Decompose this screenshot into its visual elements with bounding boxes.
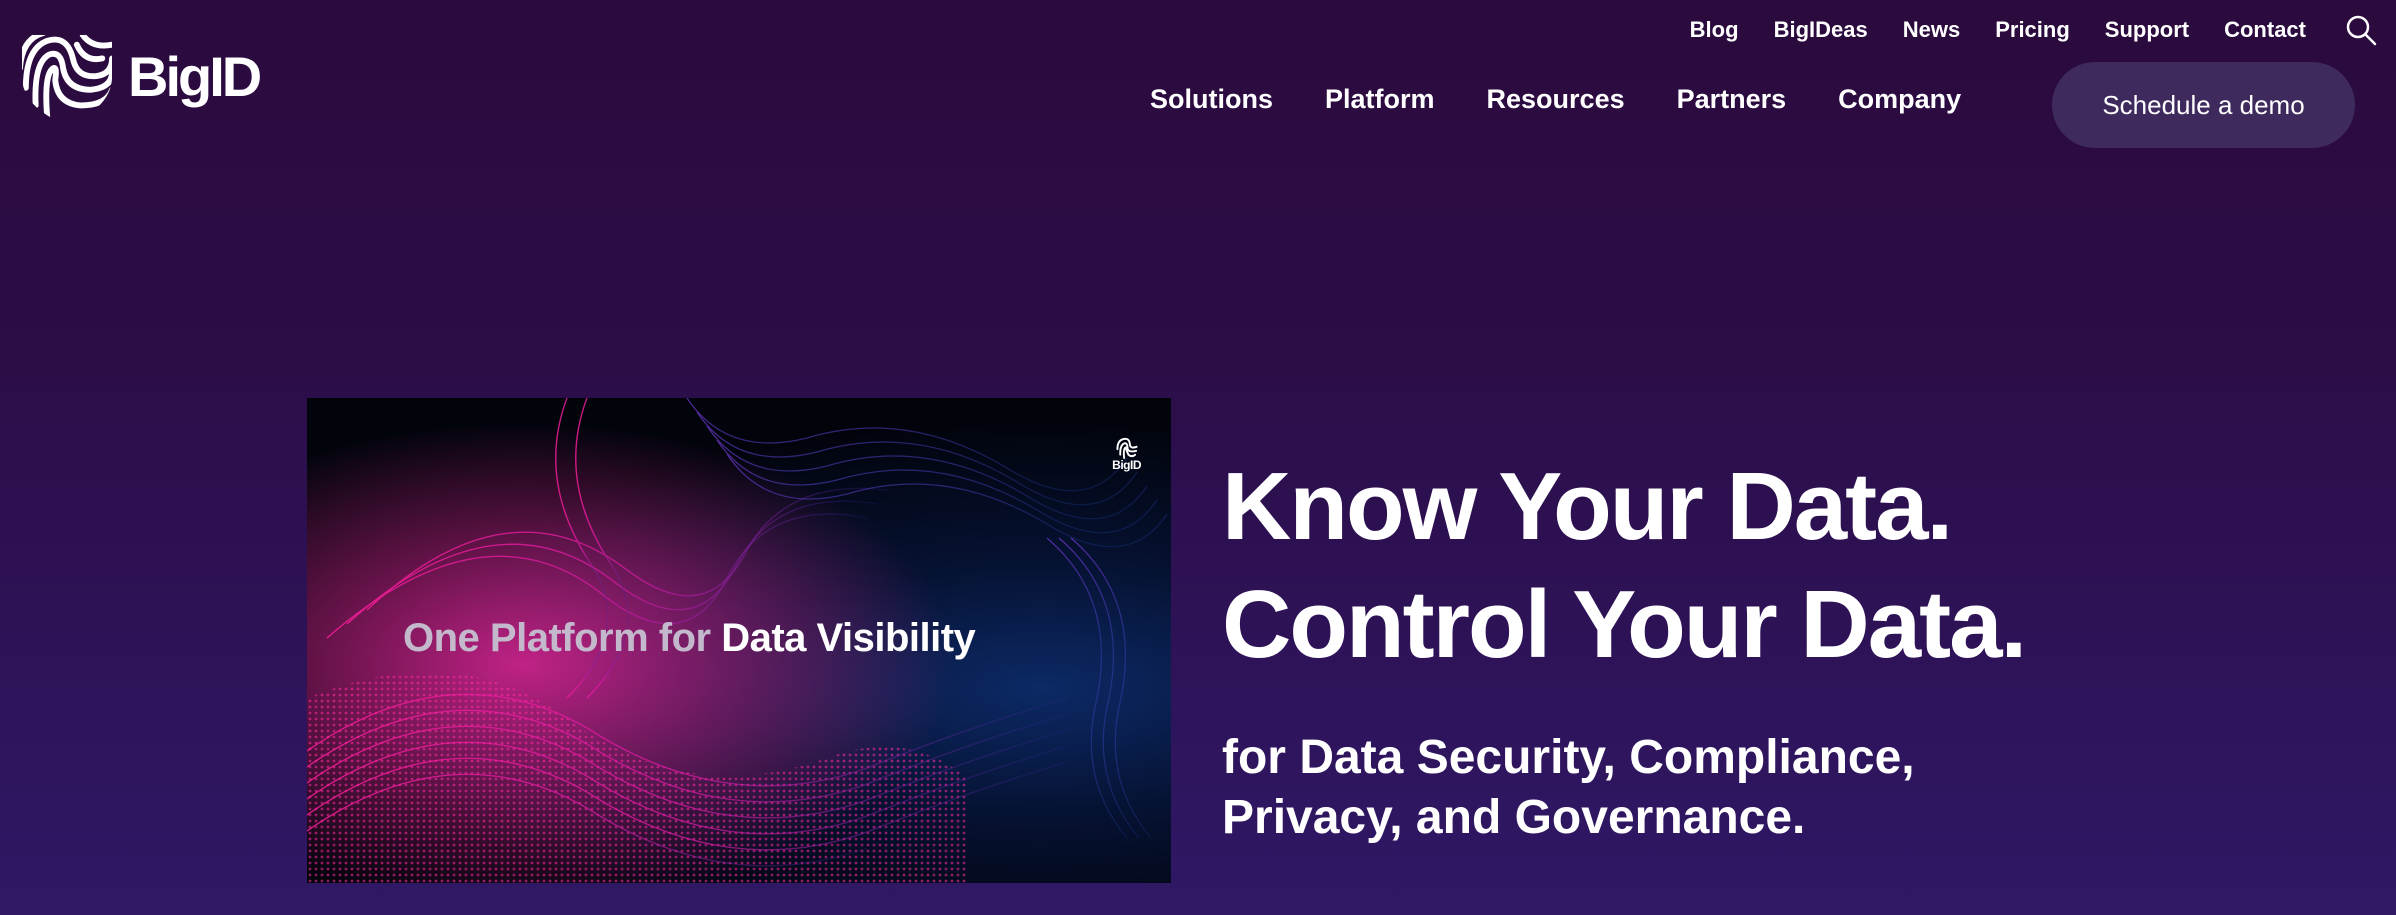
utility-link-support[interactable]: Support xyxy=(2105,17,2189,43)
hero-subhead-line2: Privacy, and Governance. xyxy=(1222,791,1806,844)
video-logo-text: BigID xyxy=(1112,458,1141,472)
schedule-demo-button[interactable]: Schedule a demo xyxy=(2052,62,2355,148)
fingerprint-shield-icon xyxy=(21,34,113,123)
brand-name: BigID xyxy=(128,44,262,108)
utility-link-pricing[interactable]: Pricing xyxy=(1995,17,2070,43)
video-title-part1: One Platform for xyxy=(403,616,711,660)
hero-video[interactable]: BigID One Platform for Data Visibility xyxy=(307,398,1171,883)
utility-link-contact[interactable]: Contact xyxy=(2224,17,2306,43)
video-title-part2: Data Visibility xyxy=(721,616,976,660)
hero-headline: Know Your Data. Control Your Data. xyxy=(1222,448,2027,684)
hero-headline-line1: Know Your Data. xyxy=(1222,453,1953,560)
utility-link-bigideas[interactable]: BigIDeas xyxy=(1774,17,1868,43)
brand-logo[interactable]: BigID xyxy=(18,28,262,128)
fingerprint-shield-icon xyxy=(1116,437,1138,460)
nav-solutions[interactable]: Solutions xyxy=(1150,84,1273,115)
nav-company[interactable]: Company xyxy=(1838,84,1961,115)
video-title: One Platform for Data Visibility xyxy=(403,616,976,661)
hero-headline-line2: Control Your Data. xyxy=(1222,571,2027,678)
nav-partners[interactable]: Partners xyxy=(1677,84,1787,115)
search-icon[interactable] xyxy=(2344,13,2378,47)
hero-subhead-line1: for Data Security, Compliance, xyxy=(1222,731,1915,784)
utility-nav: Blog BigIDeas News Pricing Support Conta… xyxy=(1655,10,2396,50)
video-brand-logo: BigID xyxy=(1112,436,1141,472)
utility-link-blog[interactable]: Blog xyxy=(1690,17,1739,43)
nav-resources[interactable]: Resources xyxy=(1487,84,1625,115)
main-nav: Solutions Platform Resources Partners Co… xyxy=(1150,84,2013,115)
utility-link-news[interactable]: News xyxy=(1903,17,1960,43)
hero-subhead: for Data Security, Compliance, Privacy, … xyxy=(1222,728,1915,848)
nav-platform[interactable]: Platform xyxy=(1325,84,1435,115)
